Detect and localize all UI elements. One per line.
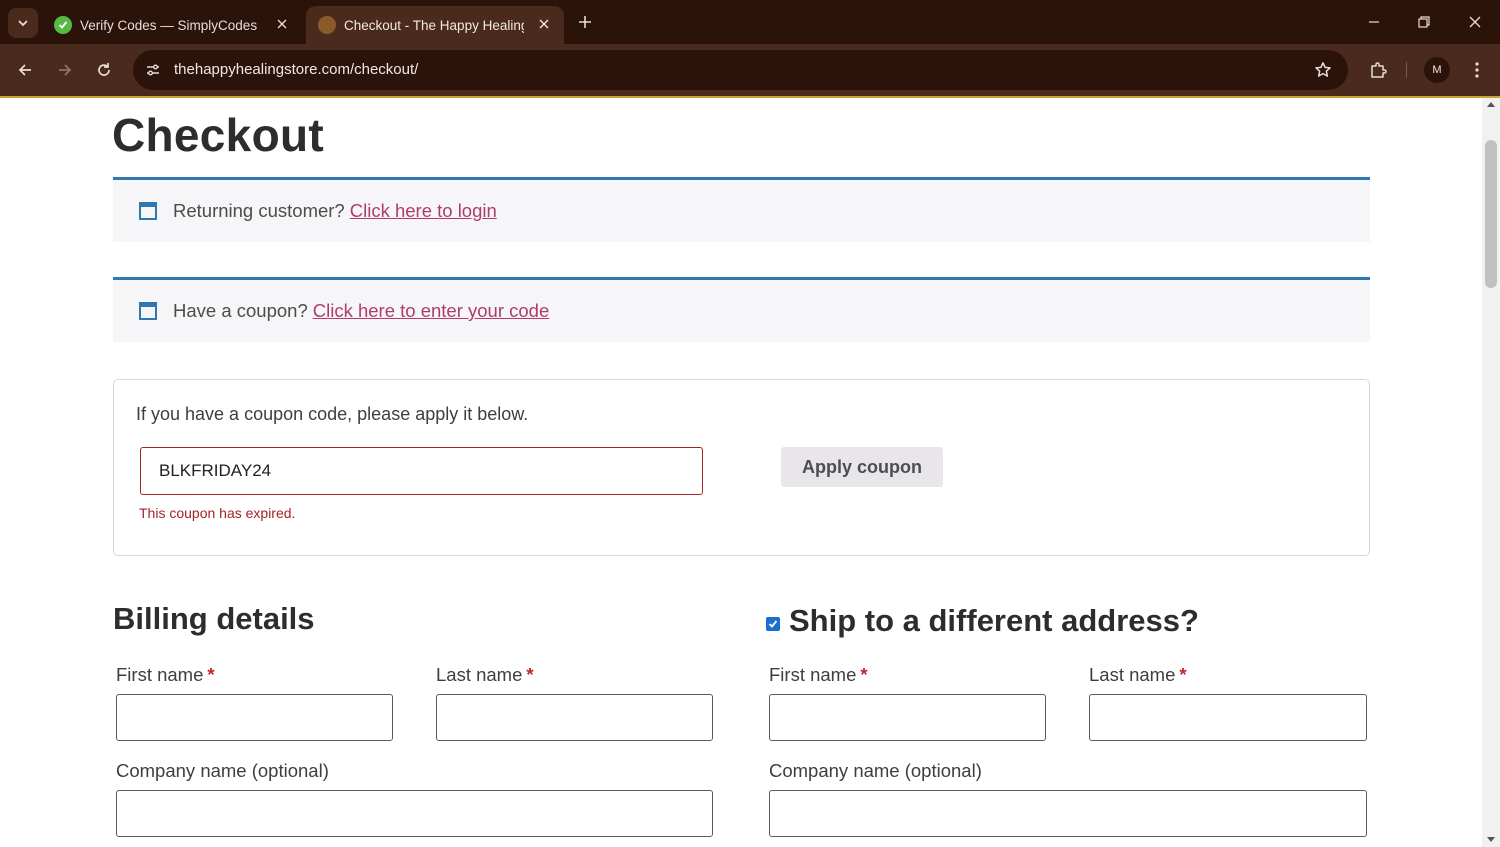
shipping-first-name-input[interactable] (769, 694, 1046, 741)
tab-checkout[interactable]: Checkout - The Happy Healing (306, 6, 564, 44)
scroll-down-arrow-icon[interactable] (1487, 837, 1495, 842)
required-mark: * (860, 664, 868, 685)
shipping-company-label: Company name (optional) (769, 760, 982, 781)
coupon-notice: Have a coupon? Click here to enter your … (113, 277, 1370, 342)
minimize-icon (1369, 21, 1379, 23)
tab-search-button[interactable] (8, 8, 38, 38)
coupon-form: If you have a coupon code, please apply … (113, 379, 1370, 556)
restore-button[interactable] (1414, 12, 1434, 32)
tab-title: Checkout - The Happy Healing (344, 17, 524, 33)
coupon-code-input[interactable] (140, 447, 703, 495)
close-tab-icon[interactable] (536, 16, 552, 32)
bookmark-star-icon[interactable] (1312, 59, 1334, 81)
billing-last-name-label: Last name * (436, 664, 534, 686)
label-text: First name (116, 664, 204, 685)
shipping-company-input[interactable] (769, 790, 1367, 837)
forward-button[interactable] (54, 59, 76, 81)
checkmark-icon (768, 620, 778, 628)
shipping-first-name-label: First name * (769, 664, 868, 686)
required-mark: * (1179, 664, 1187, 685)
ship-different-address-checkbox[interactable] (766, 617, 780, 631)
scroll-up-arrow-icon[interactable] (1487, 102, 1495, 107)
coupon-notice-text: Have a coupon? (173, 300, 308, 321)
scrollbar-thumb[interactable] (1485, 140, 1497, 288)
browser-menu-button[interactable] (1466, 59, 1488, 81)
label-text: Last name (436, 664, 523, 685)
required-mark: * (526, 664, 534, 685)
address-bar[interactable]: thehappyhealingstore.com/checkout/ (133, 50, 1348, 90)
billing-details-title: Billing details (113, 601, 315, 636)
browser-toolbar: thehappyhealingstore.com/checkout/ M (0, 44, 1500, 96)
returning-customer-text: Returning customer? (173, 200, 345, 221)
simplycodes-favicon-icon (54, 16, 72, 34)
tab-verify-codes[interactable]: Verify Codes — SimplyCodes (42, 6, 302, 44)
site-info-icon[interactable] (141, 58, 165, 82)
restore-icon (1418, 16, 1430, 28)
label-text: First name (769, 664, 857, 685)
page-title: Checkout (112, 109, 324, 161)
returning-customer-notice: Returning customer? Click here to login (113, 177, 1370, 242)
profile-avatar[interactable]: M (1424, 57, 1450, 83)
required-mark: * (207, 664, 215, 685)
new-tab-button[interactable] (574, 11, 596, 33)
billing-company-input[interactable] (116, 790, 713, 837)
arrow-left-icon (18, 64, 31, 76)
url-text: thehappyhealingstore.com/checkout/ (174, 61, 419, 78)
ship-different-address-title[interactable]: Ship to a different address? (789, 603, 1199, 639)
checkout-page: Checkout Returning customer? Click here … (0, 98, 1482, 847)
billing-last-name-input[interactable] (436, 694, 713, 741)
page-scrollbar[interactable] (1482, 98, 1500, 847)
happy-healing-favicon-icon (318, 16, 336, 34)
toolbar-divider (1406, 62, 1407, 78)
tab-strip: Verify Codes — SimplyCodes Checkout - Th… (0, 0, 1500, 44)
back-button[interactable] (14, 59, 36, 81)
minimize-button[interactable] (1364, 12, 1384, 32)
billing-company-label: Company name (optional) (116, 760, 329, 781)
window-icon (139, 202, 157, 220)
reload-icon (98, 63, 110, 76)
arrow-right-icon (59, 64, 72, 76)
coupon-error-message: This coupon has expired. (139, 505, 296, 521)
close-window-button[interactable] (1465, 12, 1485, 32)
label-text: Last name (1089, 664, 1176, 685)
close-icon (1469, 16, 1481, 28)
extensions-button[interactable] (1367, 59, 1389, 81)
shipping-last-name-input[interactable] (1089, 694, 1367, 741)
billing-first-name-label: First name * (116, 664, 215, 686)
window-icon (139, 302, 157, 320)
close-tab-icon[interactable] (274, 16, 290, 32)
billing-first-name-input[interactable] (116, 694, 393, 741)
reload-button[interactable] (93, 59, 115, 81)
enter-coupon-link[interactable]: Click here to enter your code (313, 300, 550, 322)
tab-title: Verify Codes — SimplyCodes (80, 17, 258, 33)
chevron-down-icon (18, 20, 28, 27)
shipping-last-name-label: Last name * (1089, 664, 1187, 686)
plus-icon (579, 16, 591, 28)
more-vertical-icon (1475, 62, 1479, 78)
coupon-hint: If you have a coupon code, please apply … (136, 404, 529, 424)
apply-coupon-button[interactable]: Apply coupon (781, 447, 943, 487)
puzzle-icon (1371, 62, 1387, 78)
login-link[interactable]: Click here to login (350, 200, 497, 222)
